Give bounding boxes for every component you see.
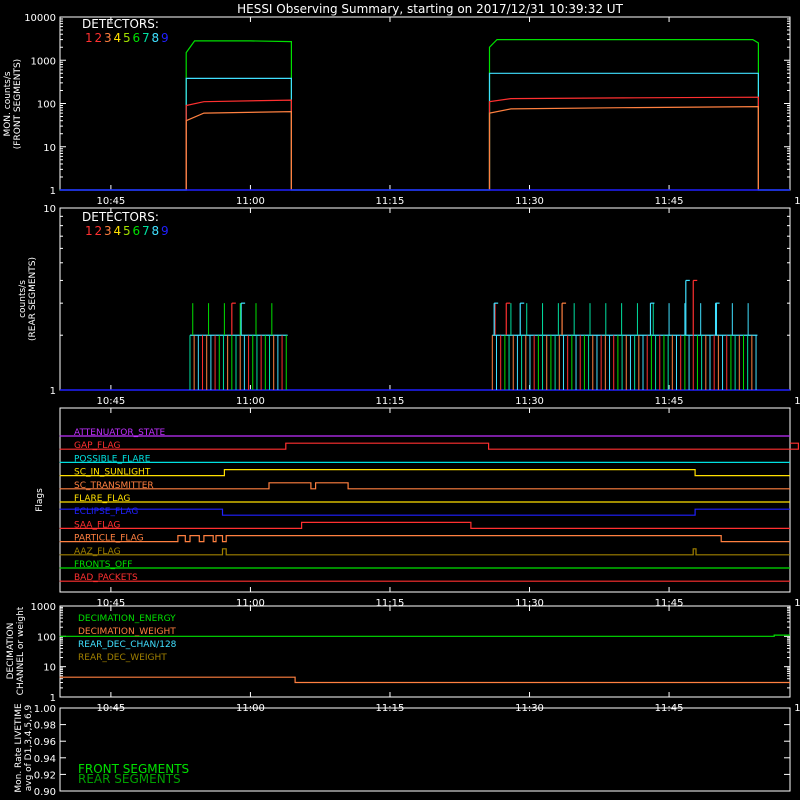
x-tick-label: 10:45 <box>96 396 125 407</box>
livetime-ylabel: Mon. Rate LIVETIME avg of D1,3,4,5,6,9 <box>14 703 34 793</box>
legend-detector-7: 7 <box>142 31 150 45</box>
flag-line <box>59 548 790 556</box>
flag-line <box>59 521 790 530</box>
y-tick-label: 1000 <box>31 56 56 67</box>
decimation-legend-0: DECIMATION_ENERGY <box>78 614 176 624</box>
front-ylabel: MON. counts/s (FRONT SEGMENTS) <box>3 59 23 149</box>
x-tick-label: 10:45 <box>96 196 125 207</box>
decimation-legend-1: DECIMATION_WEIGHT <box>78 627 176 637</box>
y-tick-label: 1 <box>50 693 56 704</box>
x-tick-label: 11:00 <box>236 396 265 407</box>
y-axis-label-line: DECIMATION <box>6 623 16 680</box>
y-axis-label-line: (REAR SEGMENTS) <box>28 257 38 341</box>
decimation-ylabel: DECIMATION CHANNEL or weight <box>6 606 26 695</box>
legend-detector-4: 4 <box>114 224 122 238</box>
legend-detector-8: 8 <box>152 31 160 45</box>
flag-line <box>59 534 790 543</box>
x-tick-label: 11:30 <box>515 196 544 207</box>
y-axis-label-line: CHANNEL or weight <box>16 606 26 695</box>
y-tick-label: 10 <box>43 143 56 154</box>
front-series-line <box>488 96 760 190</box>
legend-detector-5: 5 <box>123 31 131 45</box>
flag-line <box>59 508 790 516</box>
flag-line <box>59 469 790 477</box>
y-axis-label-line: (FRONT SEGMENTS) <box>13 59 23 149</box>
x-tick-label: 12:00 <box>794 196 800 207</box>
x-tick-label: 12:00 <box>794 598 800 609</box>
y-tick-label: 0.90 <box>34 787 56 798</box>
chart-title: HESSI Observing Summary, starting on 201… <box>237 2 623 16</box>
x-tick-label: 11:15 <box>376 396 405 407</box>
y-tick-label: 100 <box>37 632 56 643</box>
livetime-legend-1: REAR SEGMENTS <box>78 772 181 786</box>
legend-detector-6: 6 <box>133 224 141 238</box>
legend-detector-2: 2 <box>95 31 103 45</box>
flags-ylabel: Flags <box>35 488 45 512</box>
legend-detector-3: 3 <box>104 224 112 238</box>
flag-line <box>59 482 790 490</box>
front-series-line <box>488 105 760 190</box>
front-series-line <box>59 38 790 191</box>
x-tick-label: 11:45 <box>655 196 684 207</box>
y-tick-label: 100 <box>37 100 56 111</box>
y-tick-label: 0.94 <box>34 754 56 765</box>
decimation-legend-2: REAR_DEC_CHAN/128 <box>78 640 177 650</box>
legend-detector-8: 8 <box>152 224 160 238</box>
legend-detector-4: 4 <box>114 31 122 45</box>
front-series-line <box>59 72 790 191</box>
legend-detector-5: 5 <box>123 224 131 238</box>
x-tick-label: 11:30 <box>515 396 544 407</box>
legend-detector-1: 1 <box>85 224 93 238</box>
legend-title: DETECTORS: <box>82 210 159 224</box>
y-tick-label: 1 <box>50 186 56 197</box>
y-axis-label-line: Flags <box>35 488 45 512</box>
x-tick-label: 11:45 <box>655 396 684 407</box>
flag-line <box>59 442 800 450</box>
decimation-series-line <box>59 676 790 684</box>
y-axis-label-line: counts/s <box>18 280 28 318</box>
x-tick-label: 12:00 <box>794 396 800 407</box>
y-tick-label: 1 <box>50 386 56 397</box>
legend-detector-2: 2 <box>95 224 103 238</box>
y-tick-label: 10 <box>43 204 56 215</box>
x-tick-label: 12:00 <box>794 703 800 714</box>
y-axis-label-line: Mon. Rate LIVETIME <box>14 703 24 793</box>
y-tick-label: 0.92 <box>34 770 56 781</box>
y-tick-label: 0.96 <box>34 737 56 748</box>
panel-frame <box>59 16 791 191</box>
y-axis-label-line: MON. counts/s <box>3 71 13 136</box>
legend-detector-3: 3 <box>104 31 112 45</box>
y-tick-label: 1000 <box>31 602 56 613</box>
legend-detector-6: 6 <box>133 31 141 45</box>
legend-title: DETECTORS: <box>82 17 159 31</box>
decimation-legend-3: REAR_DEC_WEIGHT <box>78 653 167 663</box>
rear-ylabel: counts/s (REAR SEGMENTS) <box>18 257 38 341</box>
hessi-summary-chart: HESSI Observing Summary, starting on 201… <box>3 2 800 798</box>
y-tick-label: 0.98 <box>34 721 56 732</box>
y-axis-label-line: avg of D1,3,4,5,6,9 <box>24 704 34 791</box>
y-tick-label: 10 <box>43 663 56 674</box>
legend-detector-9: 9 <box>161 31 169 45</box>
front-series-line <box>185 110 292 190</box>
x-tick-label: 11:15 <box>376 196 405 207</box>
x-tick-label: 11:00 <box>236 196 265 207</box>
legend-detector-1: 1 <box>85 31 93 45</box>
y-tick-label: 1.00 <box>34 704 56 715</box>
legend-detector-7: 7 <box>142 224 150 238</box>
legend-detector-9: 9 <box>161 224 169 238</box>
y-tick-label: 10000 <box>24 13 56 24</box>
